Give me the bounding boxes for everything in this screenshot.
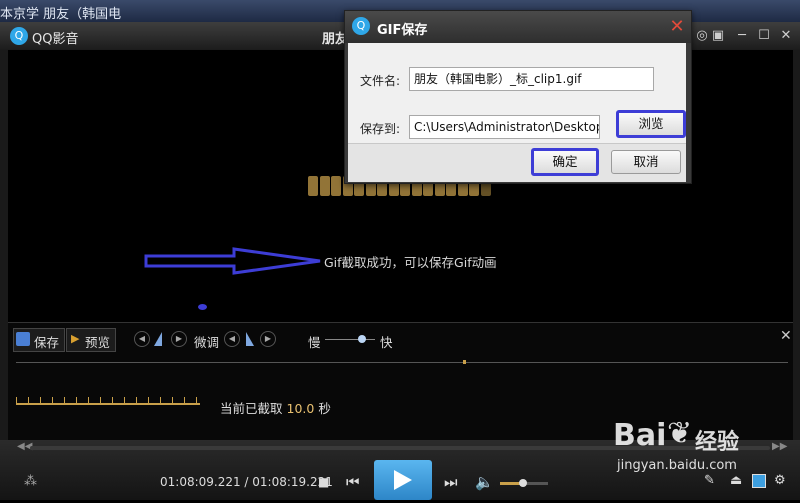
menu-icon[interactable]: ▣ xyxy=(710,28,726,44)
end-marker-icon xyxy=(244,330,254,346)
play-small-icon: ▶ xyxy=(71,332,80,345)
annotation-arrow-icon xyxy=(144,247,321,275)
speed-slider-track[interactable] xyxy=(325,339,375,340)
qq-player-logo-icon: Q xyxy=(10,27,28,45)
start-next-icon[interactable]: ▶ xyxy=(171,331,187,347)
dialog-footer: 确定 取消 xyxy=(348,143,686,182)
cancel-button[interactable]: 取消 xyxy=(611,150,681,174)
filename-field[interactable]: 朋友（韩国电影）_标_clip1.gif xyxy=(409,67,654,91)
clip-position-marker xyxy=(463,360,466,364)
seek-forward-icon[interactable]: ▶▶ xyxy=(772,441,787,452)
pin-icon[interactable]: ◎ xyxy=(694,28,710,44)
dialog-title: GIF保存 xyxy=(377,23,428,38)
play-button[interactable] xyxy=(374,460,432,500)
end-prev-icon[interactable]: ◀ xyxy=(224,331,240,347)
save-to-label: 保存到: xyxy=(360,122,401,136)
watermark-url: jingyan.baidu.com xyxy=(617,458,737,473)
fast-label: 快 xyxy=(380,335,393,350)
background-window-text: 本京学 朋友（韩国电 xyxy=(0,7,122,22)
save-gif-label: 保存 xyxy=(34,335,60,350)
next-icon[interactable]: ⏭ xyxy=(444,473,458,491)
clip-range-track[interactable] xyxy=(16,362,788,363)
volume-knob[interactable] xyxy=(519,479,527,487)
success-message: Gif截取成功，可以保存Gif动画 xyxy=(324,255,497,270)
dialog-logo-icon: Q xyxy=(352,17,370,35)
slow-label: 慢 xyxy=(308,335,321,350)
captured-time-text: 当前已截取 10.0 秒 xyxy=(220,398,331,417)
progress-block xyxy=(319,176,330,196)
annotation-dot xyxy=(198,304,207,310)
browse-button[interactable]: 浏览 xyxy=(616,110,686,138)
captured-prefix: 当前已截取 xyxy=(220,401,283,416)
watermark-product: 经验 xyxy=(695,430,740,455)
volume-icon[interactable]: 🔈 xyxy=(475,473,494,491)
window-left-border xyxy=(0,50,8,440)
gif-save-dialog: Q GIF保存 ✕ 文件名: 朋友（韩国电影）_标_clip1.gif 保存到:… xyxy=(344,10,692,184)
preview-button[interactable]: ▶ 预览 xyxy=(66,328,116,352)
progress-block xyxy=(331,176,341,196)
speed-slider-knob[interactable] xyxy=(358,335,366,343)
captured-duration-ticks xyxy=(16,397,200,403)
previous-icon[interactable]: ⏮ xyxy=(346,473,360,491)
paw-icon: ❦ xyxy=(667,416,693,451)
stop-icon[interactable]: ■ xyxy=(318,475,329,489)
playback-time: 01:08:09.221 / 01:08:19.221 xyxy=(160,475,333,489)
play-icon xyxy=(394,470,412,490)
fine-tune-label: 微调 xyxy=(194,335,220,350)
end-next-icon[interactable]: ▶ xyxy=(260,331,276,347)
app-title: QQ影音 xyxy=(32,32,79,47)
floppy-disk-icon xyxy=(16,332,30,346)
minimize-icon[interactable]: ─ xyxy=(734,28,750,44)
save-path-field[interactable]: C:\Users\Administrator\Desktop xyxy=(409,115,600,139)
progress-block xyxy=(308,176,318,196)
close-icon[interactable]: ✕ xyxy=(778,28,794,44)
panel-close-icon[interactable]: ✕ xyxy=(780,328,792,344)
watermark-brand: Bai xyxy=(613,418,667,453)
footprint-icon[interactable]: ⁂ xyxy=(24,474,37,489)
start-prev-icon[interactable]: ◀ xyxy=(134,331,150,347)
maximize-icon[interactable]: ☐ xyxy=(756,28,772,44)
baidu-jingyan-watermark: Bai ❦ 经验 jingyan.baidu.com xyxy=(613,410,763,480)
preview-label: 预览 xyxy=(85,335,111,350)
window-right-border xyxy=(793,50,800,440)
save-gif-button[interactable]: 保存 xyxy=(13,328,65,352)
filename-label: 文件名: xyxy=(360,74,401,88)
start-marker-icon xyxy=(154,330,164,346)
confirm-button[interactable]: 确定 xyxy=(531,148,599,176)
settings-icon[interactable]: ⚙ xyxy=(774,473,786,488)
captured-unit: 秒 xyxy=(318,401,331,416)
captured-duration-bar xyxy=(16,403,200,405)
dialog-body: 文件名: 朋友（韩国电影）_标_clip1.gif 保存到: C:\Users\… xyxy=(348,43,686,143)
dialog-close-icon[interactable]: ✕ xyxy=(667,17,687,37)
captured-value: 10.0 xyxy=(286,401,315,416)
